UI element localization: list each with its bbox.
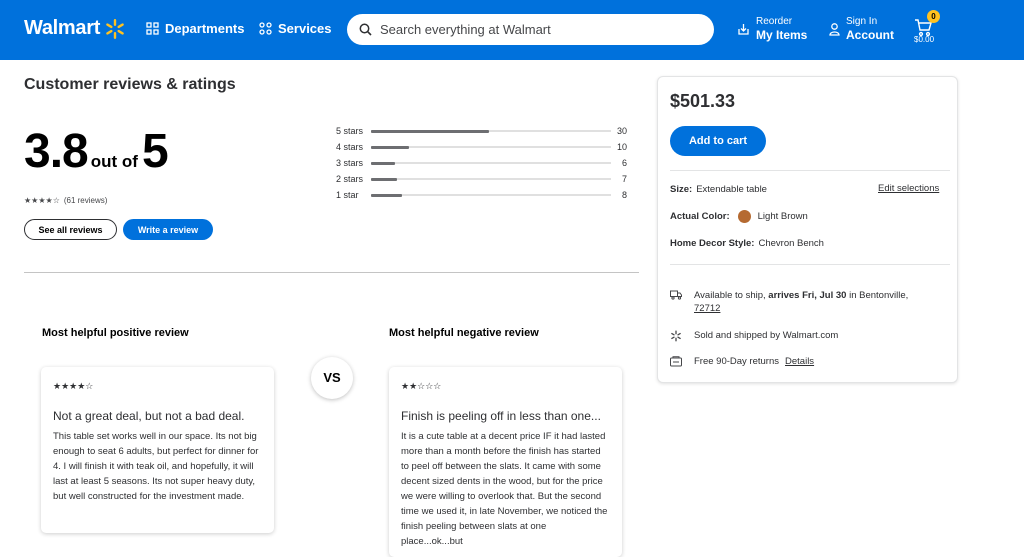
distribution-row-3[interactable]: 3 stars 6 xyxy=(336,157,636,173)
reorder-small: Reorder xyxy=(756,16,793,27)
color-label: Actual Color: xyxy=(670,211,730,222)
sold-by: Sold and shipped by Walmart.com xyxy=(694,330,839,341)
size-attribute: Size: Extendable table xyxy=(670,184,767,195)
distribution-label: 4 stars xyxy=(336,142,364,152)
buy-box: $501.33 Add to cart Size: Extendable tab… xyxy=(657,76,958,383)
departments-button[interactable]: Departments xyxy=(146,21,244,36)
review-title: Not a great deal, but not a bad deal. xyxy=(53,409,245,423)
style-label: Home Decor Style: xyxy=(670,238,755,249)
distribution-row-1[interactable]: 1 star 8 xyxy=(336,189,636,205)
distribution-count: 6 xyxy=(621,158,627,168)
star-rating-icon: ★★☆☆☆ xyxy=(401,381,442,391)
seller-info: Sold and shipped by Walmart.com xyxy=(670,329,838,342)
negative-review-card[interactable]: ★★☆☆☆ Finish is peeling off in less than… xyxy=(389,367,622,557)
distribution-count: 30 xyxy=(616,126,627,136)
services-label: Services xyxy=(278,21,332,36)
rating-max: 5 xyxy=(141,125,169,178)
star-rating-icon: ★★★★☆ xyxy=(53,381,94,391)
distribution-bar xyxy=(371,145,410,149)
reorder-button[interactable]: Reorder My Items xyxy=(737,16,807,42)
distribution-label: 1 star xyxy=(336,190,359,200)
grid-icon xyxy=(146,22,159,35)
account-button[interactable]: Sign In Account xyxy=(829,16,894,42)
distribution-row-4[interactable]: 4 stars 10 xyxy=(336,141,636,157)
returns-details-link[interactable]: Details xyxy=(785,355,814,368)
panel-divider xyxy=(670,170,950,171)
departments-label: Departments xyxy=(165,21,245,36)
color-attribute: Actual Color: Light Brown xyxy=(670,210,808,223)
edit-selections-link[interactable]: Edit selections xyxy=(878,183,939,194)
section-divider xyxy=(24,272,639,273)
review-body: It is a cute table at a decent price IF … xyxy=(401,431,608,547)
positive-review-heading: Most helpful positive review xyxy=(42,327,189,339)
user-icon xyxy=(829,22,840,36)
search-bar xyxy=(347,14,714,45)
ship-location: in Bentonville, xyxy=(849,290,909,301)
search-icon[interactable] xyxy=(359,23,372,36)
distribution-bar xyxy=(371,177,398,181)
see-all-reviews-button[interactable]: See all reviews xyxy=(24,219,117,240)
reorder-icon xyxy=(738,24,749,35)
vs-badge: VS xyxy=(311,357,353,399)
add-to-cart-button[interactable]: Add to cart xyxy=(670,126,766,156)
walmart-spark-icon xyxy=(671,330,681,342)
rating-out-of: out of xyxy=(90,152,138,171)
size-label: Size: xyxy=(670,184,693,195)
review-count[interactable]: (61 reviews) xyxy=(64,196,108,205)
distribution-label: 2 stars xyxy=(336,174,364,184)
returns-text: Free 90-Day returns xyxy=(694,356,780,367)
logo-text: Walmart xyxy=(24,17,101,39)
search-input[interactable] xyxy=(380,22,700,37)
distribution-count: 10 xyxy=(616,142,627,152)
returns-icon xyxy=(670,356,682,367)
distribution-bar xyxy=(371,161,395,165)
negative-review-heading: Most helpful negative review xyxy=(389,327,539,339)
cart-button[interactable]: 0 $0.00 xyxy=(914,10,944,50)
spark-icon xyxy=(106,18,124,39)
header: Walmart Departments Services Reorder My … xyxy=(0,0,1024,60)
distribution-row-2[interactable]: 2 stars 7 xyxy=(336,173,636,189)
style-attribute: Home Decor Style: Chevron Bench xyxy=(670,238,824,249)
price: $501.33 xyxy=(670,91,736,111)
distribution-row-5[interactable]: 5 stars 30 xyxy=(336,125,636,141)
review-title: Finish is peeling off in less than one..… xyxy=(401,409,601,423)
signin-small: Sign In xyxy=(846,16,878,27)
review-body: This table set works well in our space. … xyxy=(53,431,259,502)
rating-value: 3.8 xyxy=(24,125,89,178)
write-review-button[interactable]: Write a review xyxy=(123,219,213,240)
truck-icon xyxy=(670,290,682,300)
services-icon xyxy=(259,22,272,35)
distribution-count: 7 xyxy=(621,174,627,184)
size-value: Extendable table xyxy=(696,184,767,195)
cart-count-badge: 0 xyxy=(927,10,940,23)
distribution-bar xyxy=(371,193,403,197)
positive-review-card[interactable]: ★★★★☆ Not a great deal, but not a bad de… xyxy=(41,367,274,533)
color-value: Light Brown xyxy=(757,211,808,222)
average-stars: ★★★★☆ (61 reviews) xyxy=(24,196,107,205)
services-button[interactable]: Services xyxy=(259,21,332,36)
style-value: Chevron Bench xyxy=(758,238,824,249)
star-rating-icon: ★★★★☆ xyxy=(24,196,60,205)
distribution-label: 3 stars xyxy=(336,158,364,168)
reviews-title: Customer reviews & ratings xyxy=(24,76,236,93)
color-swatch[interactable] xyxy=(737,210,751,223)
panel-divider xyxy=(670,264,950,265)
signin-big: Account xyxy=(846,28,894,42)
rating-distribution: 5 stars 30 4 stars 10 3 stars 6 2 stars … xyxy=(336,125,636,205)
ship-pre: Available to ship, xyxy=(694,290,766,301)
shipping-info: Available to ship, arrives Fri, Jul 30 i… xyxy=(670,289,934,315)
average-rating: 3.8 out of 5 xyxy=(24,124,169,179)
distribution-bar xyxy=(371,129,489,133)
distribution-count: 8 xyxy=(621,190,627,200)
returns-info: Free 90-Day returns Details xyxy=(670,355,814,368)
ship-date: arrives Fri, Jul 30 xyxy=(768,290,847,301)
cart-total: $0.00 xyxy=(914,35,935,44)
walmart-logo[interactable]: Walmart xyxy=(24,17,126,40)
zip-link[interactable]: 72712 xyxy=(694,303,720,314)
reorder-big: My Items xyxy=(756,28,808,42)
distribution-label: 5 stars xyxy=(336,126,364,136)
